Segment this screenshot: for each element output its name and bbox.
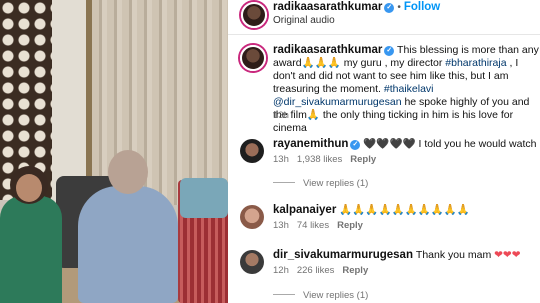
verified-badge-icon: ✓ (384, 3, 395, 13)
elderly-man-head (108, 150, 148, 194)
comment-item: rayanemithun ✓ 🖤🖤🖤🖤 I told you he would w… (228, 137, 540, 197)
comment-text: Thank you mam (415, 249, 492, 261)
comment-item: kalpanaiyer 🙏🙏🙏🙏🙏🙏🙏🙏🙏🙏 13h 74 likes Reply (228, 203, 540, 239)
follow-button[interactable]: Follow (404, 1, 440, 13)
hashtag-thaikelavi[interactable]: #thaikelavi (384, 83, 434, 95)
mention-dir-sivakumarmurugesan[interactable]: @dir_sivakumarmurugesan (273, 96, 402, 108)
elderly-man-figure (78, 186, 178, 303)
comment-username[interactable]: kalpanaiyer (273, 204, 336, 216)
comment-likes[interactable]: 1,938 likes (297, 154, 342, 165)
view-replies-label: View replies (1) (303, 290, 369, 301)
header-username[interactable]: radikaasarathkumar (273, 1, 382, 13)
header-divider (228, 34, 540, 35)
post-video[interactable] (0, 0, 228, 303)
original-audio-link[interactable]: Original audio (273, 15, 335, 26)
replies-dash (273, 294, 295, 295)
comment-body: kalpanaiyer 🙏🙏🙏🙏🙏🙏🙏🙏🙏🙏 (273, 203, 470, 217)
comment-body: rayanemithun ✓ 🖤🖤🖤🖤 I told you he would w… (273, 137, 540, 151)
comment-meta: 12h 226 likes Reply (273, 265, 376, 276)
commenter-avatar[interactable] (240, 250, 264, 274)
comment-username[interactable]: dir_sivakumarmurugesan (273, 249, 413, 261)
comments-panel: radikaasarathkumar ✓ • Follow Original audi… (228, 0, 540, 303)
reply-button[interactable]: Reply (342, 265, 368, 276)
commenter-avatar[interactable] (240, 139, 264, 163)
bed-sheet (180, 212, 228, 303)
view-replies-label: View replies (1) (303, 178, 369, 189)
caption-avatar[interactable] (240, 45, 266, 71)
comment-text: 🙏🙏🙏🙏🙏🙏🙏🙏🙏🙏 (339, 204, 470, 216)
woman-face (16, 174, 42, 202)
caption-username[interactable]: radikaasarathkumar (273, 44, 382, 56)
reply-button[interactable]: Reply (350, 154, 376, 165)
comment-meta: 13h 74 likes Reply (273, 220, 371, 231)
comment-text: 🖤🖤🖤🖤 I told you he would watch it (363, 138, 540, 150)
view-replies-button[interactable]: View replies (1) (273, 178, 368, 189)
hashtag-bharathiraja[interactable]: #bharathiraja (445, 57, 506, 69)
reply-button[interactable]: Reply (337, 220, 363, 231)
avatar[interactable] (241, 2, 267, 28)
comment-time: 13h (273, 154, 289, 165)
replies-dash (273, 182, 295, 183)
post-caption: radikaasarathkumar ✓ This blessing is mor… (273, 44, 540, 135)
commenter-avatar[interactable] (240, 205, 264, 229)
comment-likes[interactable]: 74 likes (297, 220, 329, 231)
comment-body: dir_sivakumarmurugesan Thank you mam ❤❤❤ (273, 248, 521, 262)
verified-badge-icon: ✓ (384, 46, 395, 56)
blanket (180, 178, 228, 218)
comment-time: 13h (273, 220, 289, 231)
comment-meta: 13h 1,938 likes Reply (273, 154, 384, 165)
heart-icons: ❤❤❤ (494, 249, 521, 261)
comment-username[interactable]: rayanemithun (273, 138, 348, 150)
separator-dot: • (397, 2, 401, 13)
caption-timestamp: 13h (273, 110, 289, 121)
header-user-line: radikaasarathkumar ✓ • Follow (273, 1, 440, 13)
comment-likes[interactable]: 226 likes (297, 265, 335, 276)
woman-figure (0, 196, 62, 303)
comment-time: 12h (273, 265, 289, 276)
comment-item: dir_sivakumarmurugesan Thank you mam ❤❤❤… (228, 248, 540, 303)
post-header: radikaasarathkumar ✓ • Follow Original audi… (228, 0, 540, 34)
view-replies-button[interactable]: View replies (1) (273, 290, 368, 301)
verified-badge-icon: ✓ (350, 140, 361, 150)
